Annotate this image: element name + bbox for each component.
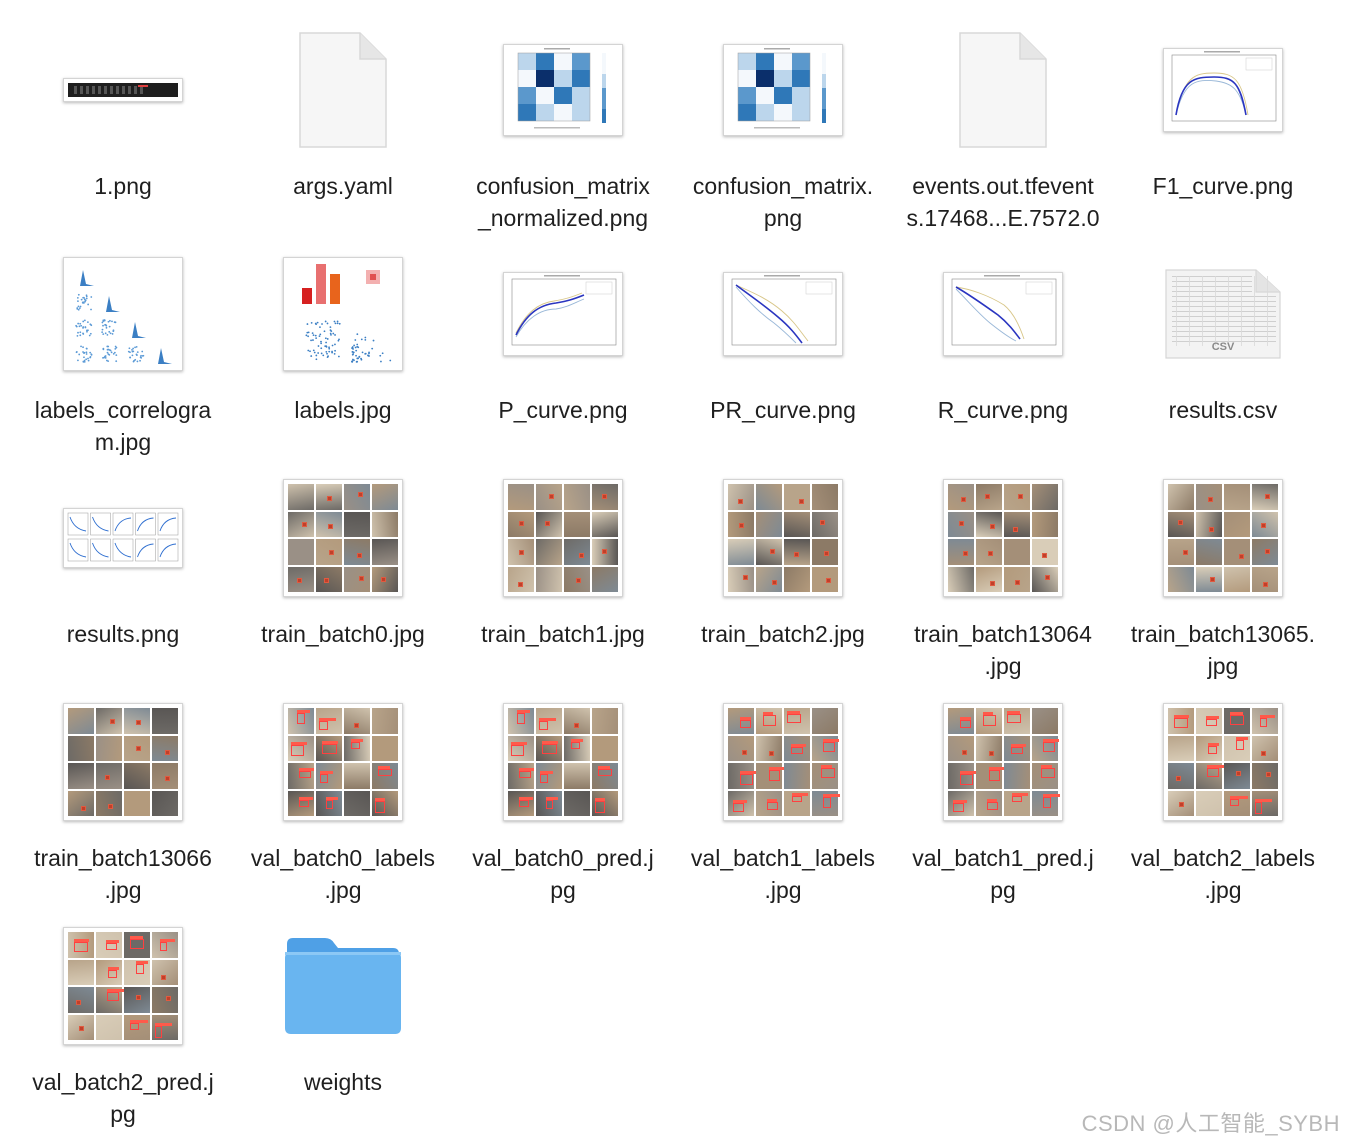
image-thumbnail-icon[interactable]: [673, 694, 893, 830]
file-name-label[interactable]: labels_correlogra m.jpg: [13, 394, 233, 458]
file-name-label[interactable]: confusion_matrix _normalized.png: [453, 170, 673, 234]
document-icon[interactable]: [893, 22, 1113, 158]
file-item-val-batch0-labels-jpg[interactable]: val_batch0_labels .jpg: [233, 682, 453, 906]
file-name-label[interactable]: train_batch13064 .jpg: [893, 618, 1113, 682]
image-thumbnail-icon[interactable]: [893, 694, 1113, 830]
file-name-label[interactable]: labels.jpg: [233, 394, 453, 426]
image-thumbnail-icon[interactable]: [233, 470, 453, 606]
file-item-train-batch13065-jpg[interactable]: train_batch13065. jpg: [1113, 458, 1333, 682]
file-name-label[interactable]: confusion_matrix. png: [673, 170, 893, 234]
file-name-label[interactable]: train_batch1.jpg: [453, 618, 673, 650]
document-icon[interactable]: [233, 22, 453, 158]
file-item-results-png[interactable]: results.png: [13, 458, 233, 682]
image-thumbnail-icon[interactable]: [673, 22, 893, 158]
image-thumbnail-icon[interactable]: [13, 470, 233, 606]
file-name-label[interactable]: train_batch0.jpg: [233, 618, 453, 650]
file-item-train-batch2-jpg[interactable]: train_batch2.jpg: [673, 458, 893, 682]
image-thumbnail-icon[interactable]: [453, 246, 673, 382]
file-item-r-curve-png[interactable]: R_curve.png: [893, 234, 1113, 458]
file-item-confusion-matrix-normalized-png[interactable]: confusion_matrix _normalized.png: [453, 10, 673, 234]
image-thumbnail-icon[interactable]: [673, 470, 893, 606]
file-item-val-batch2-pred-jpg[interactable]: val_batch2_pred.j pg: [13, 906, 233, 1130]
file-name-label[interactable]: val_batch1_labels .jpg: [673, 842, 893, 906]
image-thumbnail-icon[interactable]: [1113, 694, 1333, 830]
file-item-val-batch1-pred-jpg[interactable]: val_batch1_pred.j pg: [893, 682, 1113, 906]
image-thumbnail-icon[interactable]: [1113, 22, 1333, 158]
file-item-confusion-matrix-png[interactable]: confusion_matrix. png: [673, 10, 893, 234]
image-thumbnail-icon[interactable]: [453, 470, 673, 606]
file-item-pr-curve-png[interactable]: PR_curve.png: [673, 234, 893, 458]
file-name-label[interactable]: val_batch2_labels .jpg: [1113, 842, 1333, 906]
image-thumbnail-icon[interactable]: [893, 470, 1113, 606]
file-name-label[interactable]: args.yaml: [233, 170, 453, 202]
file-item-train-batch13066-jpg[interactable]: train_batch13066 .jpg: [13, 682, 233, 906]
image-thumbnail-icon[interactable]: [893, 246, 1113, 382]
csv-file-icon[interactable]: CSV: [1113, 246, 1333, 382]
csv-badge: CSV: [1212, 341, 1235, 353]
file-name-label[interactable]: results.png: [13, 618, 233, 650]
file-item-train-batch1-jpg[interactable]: train_batch1.jpg: [453, 458, 673, 682]
file-name-label[interactable]: F1_curve.png: [1113, 170, 1333, 202]
file-item-args-yaml[interactable]: args.yaml: [233, 10, 453, 234]
file-item-events-out-tfevents-17468-e-7572-0[interactable]: events.out.tfevent s.17468...E.7572.0: [893, 10, 1113, 234]
image-thumbnail-icon[interactable]: [453, 694, 673, 830]
file-name-label[interactable]: train_batch2.jpg: [673, 618, 893, 650]
image-thumbnail-icon[interactable]: [673, 246, 893, 382]
file-item-val-batch2-labels-jpg[interactable]: val_batch2_labels .jpg: [1113, 682, 1333, 906]
file-item-val-batch1-labels-jpg[interactable]: val_batch1_labels .jpg: [673, 682, 893, 906]
image-thumbnail-icon[interactable]: [1113, 470, 1333, 606]
watermark: CSDN @人工智能_SYBH: [1081, 1111, 1340, 1136]
image-thumbnail-icon[interactable]: [233, 694, 453, 830]
file-grid: 1.png args.yaml confusion_matrix _normaliz…: [0, 0, 1346, 1144]
image-thumbnail-icon[interactable]: [13, 918, 233, 1054]
file-item-weights[interactable]: weights: [233, 906, 453, 1130]
file-item-labels-jpg[interactable]: labels.jpg: [233, 234, 453, 458]
file-item-results-csv[interactable]: CSV results.csv: [1113, 234, 1333, 458]
file-name-label[interactable]: PR_curve.png: [673, 394, 893, 426]
image-thumbnail-icon[interactable]: [13, 22, 233, 158]
image-thumbnail-icon[interactable]: [13, 694, 233, 830]
file-name-label[interactable]: train_batch13065. jpg: [1113, 618, 1333, 682]
file-item-train-batch0-jpg[interactable]: train_batch0.jpg: [233, 458, 453, 682]
file-name-label[interactable]: val_batch0_pred.j pg: [453, 842, 673, 906]
image-thumbnail-icon[interactable]: [453, 22, 673, 158]
image-thumbnail-icon[interactable]: [13, 246, 233, 382]
file-item-f1-curve-png[interactable]: F1_curve.png: [1113, 10, 1333, 234]
file-item-p-curve-png[interactable]: P_curve.png: [453, 234, 673, 458]
file-item-1-png[interactable]: 1.png: [13, 10, 233, 234]
file-name-label[interactable]: weights: [233, 1066, 453, 1098]
file-item-val-batch0-pred-jpg[interactable]: val_batch0_pred.j pg: [453, 682, 673, 906]
folder-icon[interactable]: [233, 918, 453, 1054]
file-name-label[interactable]: val_batch2_pred.j pg: [13, 1066, 233, 1130]
file-name-label[interactable]: events.out.tfevent s.17468...E.7572.0: [893, 170, 1113, 234]
image-thumbnail-icon[interactable]: [233, 246, 453, 382]
file-item-train-batch13064-jpg[interactable]: train_batch13064 .jpg: [893, 458, 1113, 682]
file-name-label[interactable]: val_batch1_pred.j pg: [893, 842, 1113, 906]
file-name-label[interactable]: P_curve.png: [453, 394, 673, 426]
file-item-labels-correlogram-jpg[interactable]: labels_correlogra m.jpg: [13, 234, 233, 458]
file-name-label[interactable]: R_curve.png: [893, 394, 1113, 426]
file-name-label[interactable]: 1.png: [13, 170, 233, 202]
file-name-label[interactable]: train_batch13066 .jpg: [13, 842, 233, 906]
file-name-label[interactable]: val_batch0_labels .jpg: [233, 842, 453, 906]
file-name-label[interactable]: results.csv: [1113, 394, 1333, 426]
